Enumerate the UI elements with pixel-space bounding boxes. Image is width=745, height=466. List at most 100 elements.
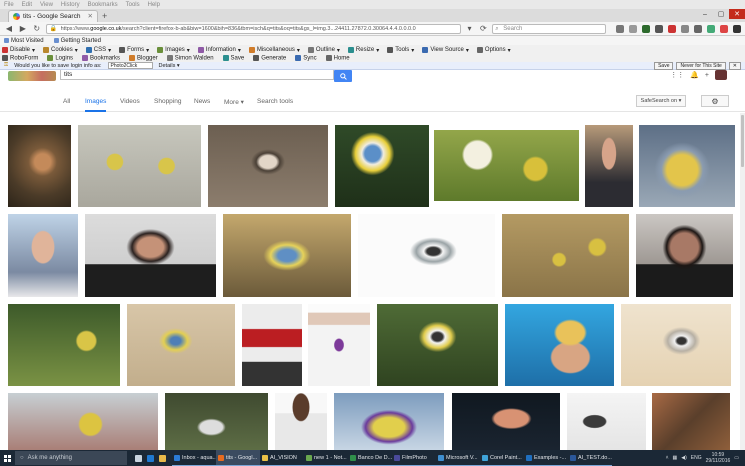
roboform-item[interactable]: Logins [47,55,73,62]
tab-more[interactable]: More ▾ [224,98,244,106]
image-result[interactable] [208,125,328,207]
image-result[interactable] [334,393,444,450]
edge-icon[interactable] [147,454,154,462]
toolbar-item[interactable]: View Source ▾ [422,47,469,54]
scrollbar-thumb[interactable] [741,115,744,167]
volume-icon[interactable]: ◀) [681,455,687,461]
image-result[interactable] [452,393,560,450]
search-button[interactable] [334,70,352,82]
back-icon[interactable]: ◀ [4,24,14,34]
taskbar-window-item[interactable]: Corel Paint... [480,450,524,466]
toolbar-item[interactable]: Disable ▾ [2,47,35,54]
image-result[interactable] [636,214,733,297]
query-input[interactable]: tits [60,70,334,80]
roboform-item[interactable]: Generate [253,55,286,62]
reading-list-icon[interactable] [629,24,637,33]
menu-item[interactable]: Edit [22,2,32,8]
save-password-button[interactable]: Save [654,61,674,70]
toolbar-item[interactable]: Miscellaneous ▾ [248,47,300,54]
close-window-icon[interactable]: ✕ [729,9,745,19]
toolbar-item[interactable]: Cookies ▾ [43,47,78,54]
browser-tab[interactable]: tits - Google Search ✕ [8,9,98,22]
taskbar-window-item[interactable]: tits - Googl... [216,450,260,466]
roboform-item[interactable]: Blogger [129,55,158,62]
tab-search-tools[interactable]: Search tools [257,98,293,105]
forward-icon[interactable]: ▶ [18,24,28,34]
toolbar-item[interactable]: Images ▾ [157,47,190,54]
menu-item[interactable]: History [61,2,80,8]
image-result[interactable] [223,214,351,297]
password-user-select[interactable]: Photo2Click [107,62,153,69]
browser-search-input[interactable]: ⌕ Search [492,23,606,34]
tab-news[interactable]: News [194,98,210,105]
tray-arrow-icon[interactable]: ˄ [666,455,669,461]
menu-item[interactable]: Tools [126,2,140,8]
toolbar-item[interactable]: CSS ▾ [85,47,111,54]
roboform-item[interactable]: RoboForm [2,55,38,62]
tab-videos[interactable]: Videos [120,98,140,105]
image-result[interactable] [8,214,78,297]
image-result[interactable] [8,125,71,207]
image-result[interactable] [308,304,370,386]
refresh-icon[interactable]: ⟳ [478,24,488,34]
share-icon[interactable]: + [705,72,709,79]
cortana-search-box[interactable]: ○ Ask me anything [15,451,127,465]
file-explorer-icon[interactable] [159,454,166,462]
never-save-button[interactable]: Never for This Site [676,61,726,70]
bookmark-star-icon[interactable] [616,24,624,33]
image-result[interactable] [505,304,614,386]
taskbar-window-item[interactable]: new 1 - Not... [304,450,348,466]
image-result[interactable] [8,393,158,450]
adblock-icon[interactable] [668,24,676,33]
image-result[interactable] [242,304,302,386]
image-result[interactable] [8,304,120,386]
addon2-icon[interactable] [720,24,728,33]
download-icon[interactable] [655,24,663,33]
tab-shopping[interactable]: Shopping [154,98,181,105]
image-result[interactable] [335,125,429,207]
roboform-item[interactable]: Home [325,55,350,62]
roboform-item[interactable]: Bookmarks [82,55,120,62]
menu-icon[interactable] [733,24,741,33]
image-result[interactable] [652,393,730,450]
close-tab-icon[interactable]: ✕ [88,12,93,20]
image-result[interactable] [377,304,498,386]
toolbar-item[interactable]: Tools ▾ [387,47,414,54]
close-bar-icon[interactable]: ✕ [728,61,741,70]
notifications-icon[interactable]: ▭ [734,455,739,461]
minimize-icon[interactable]: – [697,9,713,19]
roboform-item[interactable]: Sync [295,55,317,62]
notifications-icon[interactable]: 🔔 [690,71,699,79]
toolbar-item[interactable]: Forms ▾ [119,47,149,54]
taskbar-window-item[interactable]: Examples -... [524,450,568,466]
image-result[interactable] [639,125,735,207]
image-result[interactable] [621,304,731,386]
bookmark-item[interactable]: Getting Started [54,38,101,44]
image-result[interactable] [567,393,646,450]
bookmark-item[interactable]: Most Visited [4,38,44,44]
dropdown-icon[interactable]: ▾ [465,24,475,34]
image-result[interactable] [502,214,629,297]
menu-item[interactable]: File [4,2,14,8]
taskbar-window-item[interactable]: Banco De D... [348,450,392,466]
taskbar-window-item[interactable]: Inbox - aqua... [172,450,216,466]
tab-all[interactable]: All [63,98,70,105]
taskbar-window-item[interactable]: AI_VISION [260,450,304,466]
home-icon[interactable] [694,24,702,33]
gear-icon[interactable]: ⚙ [701,95,729,107]
task-view-icon[interactable] [135,454,142,462]
details-dropdown[interactable]: Details ▾ [159,63,180,69]
addon-icon[interactable] [707,24,715,33]
toolbar-item[interactable]: Outline ▾ [307,47,340,54]
new-tab-icon[interactable]: + [102,11,107,21]
tab-images[interactable]: Images [85,98,107,112]
safesearch-dropdown[interactable]: SafeSearch on ▾ [636,95,686,107]
toolbar-item[interactable]: Options ▾ [476,47,511,54]
google-doodle-logo[interactable] [8,71,56,81]
image-result[interactable] [85,214,216,297]
image-result[interactable] [165,393,268,450]
image-result[interactable] [434,130,579,201]
shield-icon[interactable] [642,24,650,33]
image-result[interactable] [78,125,201,207]
taskbar-window-item[interactable]: AI_TEST.do... [568,450,612,466]
